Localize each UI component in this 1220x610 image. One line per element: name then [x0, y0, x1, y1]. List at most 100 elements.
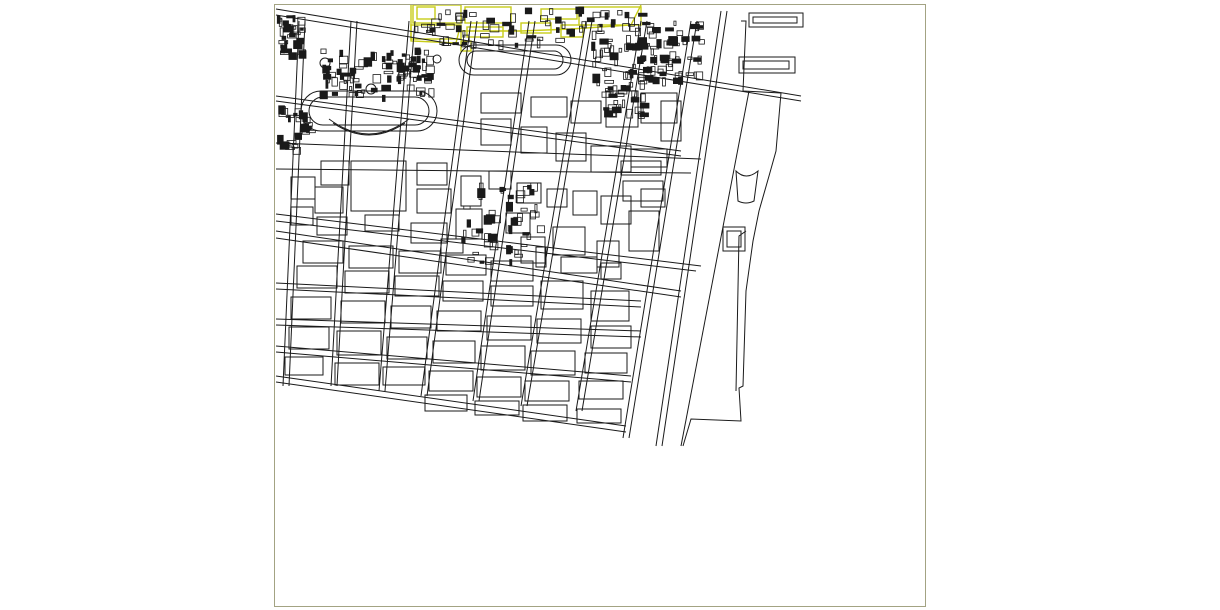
city-block [334, 362, 380, 386]
dense-building [604, 12, 609, 20]
dense-building [507, 194, 514, 200]
dense-building [325, 65, 330, 76]
dense-building [383, 70, 394, 75]
dense-building [374, 52, 378, 61]
dense-building [638, 12, 648, 17]
dense-building [370, 87, 378, 93]
building [530, 96, 568, 118]
dense-building [510, 217, 519, 226]
city-block [576, 408, 622, 424]
city-block [428, 370, 474, 392]
city-block [486, 315, 532, 341]
dense-building [298, 50, 307, 59]
dense-building [629, 68, 634, 79]
dense-building [466, 219, 472, 228]
dense-building [676, 30, 684, 36]
dense-building [656, 39, 662, 49]
building [314, 186, 344, 214]
dense-building [487, 233, 498, 242]
dense-building [652, 77, 660, 85]
street-line [275, 351, 632, 383]
dense-building [520, 207, 528, 212]
dense-building [423, 49, 429, 56]
dense-building [339, 72, 344, 80]
dense-building [279, 141, 290, 150]
dense-building [575, 6, 585, 15]
pier-rect [748, 12, 804, 28]
city-block [284, 356, 324, 376]
pier-line [735, 230, 747, 392]
dense-building [331, 91, 338, 96]
dense-building [425, 65, 435, 74]
street-line [275, 318, 642, 332]
city-block [530, 350, 576, 376]
dense-building [413, 77, 417, 82]
city-block [536, 318, 582, 344]
city-block [344, 270, 390, 294]
dense-building [401, 53, 406, 57]
dense-building [338, 55, 349, 64]
dense-building [536, 225, 545, 234]
dense-building [279, 27, 284, 37]
dense-building [673, 20, 677, 26]
cad-viewport[interactable] [0, 0, 1220, 610]
dense-building [436, 22, 446, 26]
dense-building [416, 75, 422, 81]
street-line [275, 375, 627, 427]
dense-building [429, 27, 436, 33]
city-block [476, 376, 522, 398]
dense-building [592, 11, 601, 19]
city-block [445, 254, 487, 276]
dense-building [604, 80, 614, 84]
dense-building [685, 72, 694, 76]
dense-building [650, 56, 657, 64]
dense-building [463, 229, 467, 238]
dense-building [381, 84, 392, 91]
dense-building [469, 12, 477, 17]
building [290, 176, 316, 200]
dense-building [372, 74, 382, 84]
dense-building [665, 27, 674, 32]
dense-building [507, 246, 513, 254]
dense-building [555, 16, 562, 24]
dense-building [659, 54, 669, 61]
dense-building [502, 21, 512, 27]
dense-building [319, 90, 328, 100]
building [488, 170, 512, 190]
dense-building [414, 47, 421, 55]
dense-building [331, 77, 338, 87]
dense-building [669, 51, 677, 60]
dense-building [555, 37, 565, 43]
dense-building [327, 58, 334, 63]
oval-plaza [458, 44, 572, 76]
dense-building [618, 47, 623, 53]
dense-building [339, 63, 348, 69]
dense-building [381, 94, 386, 102]
drawing-sheet[interactable] [274, 4, 926, 607]
dense-building [421, 58, 426, 63]
dense-building [520, 243, 528, 247]
dense-building [514, 42, 519, 48]
dense-building [591, 30, 597, 41]
pier-inner [742, 60, 790, 70]
dense-building [640, 55, 647, 62]
dense-building [410, 56, 417, 62]
dense-building [578, 13, 582, 17]
dense-building [591, 41, 596, 51]
dense-building [339, 49, 344, 58]
city-block [288, 326, 330, 350]
street-line [275, 381, 627, 433]
dense-building [505, 201, 513, 212]
dense-building [687, 56, 693, 60]
dense-building [289, 33, 296, 38]
city-plan-drawing [275, 5, 804, 447]
highlighted-building [416, 6, 436, 20]
dense-building [406, 84, 415, 92]
dense-building [412, 65, 420, 73]
highlighted-building [410, 24, 462, 40]
city-block [524, 380, 570, 402]
dense-building [693, 71, 697, 79]
dense-building [455, 25, 462, 33]
dense-building [509, 259, 513, 267]
building [320, 160, 350, 186]
